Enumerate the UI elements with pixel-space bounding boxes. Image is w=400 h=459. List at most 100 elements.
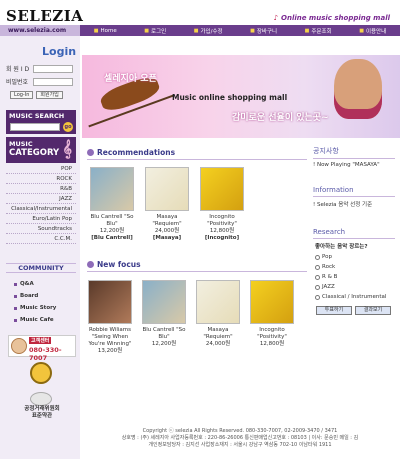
album-price: 12,200원 [151,341,177,347]
album-title[interactable]: Blu Cantrell "So Blu" [90,214,133,227]
radio-button[interactable] [315,254,320,260]
category-item-soundtracks[interactable]: Soundtracks [6,224,76,234]
community-item-board[interactable]: Board [14,293,38,299]
community-item-qna[interactable]: Q&A [14,281,34,287]
music-search-input[interactable] [10,123,60,131]
hero-banner[interactable]: 셀레지아 오픈 Music online shopping mall 감미로운 … [82,55,400,138]
album-artist-tag[interactable]: [Masaya] [145,235,189,242]
login-buttons: Log-In 회원가입 [10,91,63,99]
bullet-icon [14,282,17,286]
cart-icon: ■ [250,27,255,34]
category-item-jazz[interactable]: JAZZ [6,194,76,204]
notice-item[interactable]: ! Now Playing "MASAYA" [313,159,395,168]
radio-button[interactable] [315,274,320,280]
category-item-rnb[interactable]: R&B [6,184,76,194]
site-url: www.selezia.com [0,25,80,36]
login-icon: ■ [144,27,150,34]
site-tagline: ♪ Online music shopping mall [274,14,390,22]
poll-option-classical[interactable]: Classical / Instrumental [315,294,386,300]
certification-seal-icon[interactable] [30,362,52,384]
nav-item-orders[interactable]: ■ 주문조회 [305,27,332,35]
poll-option-jazz[interactable]: JAZZ [315,284,335,290]
login-id-row: 회 원 I D [6,64,73,73]
information-panel: Information ! Selezia 음악 선정 기준 [313,186,395,208]
album-price: 12,200원 [99,228,125,234]
album-price: 12,800원 [259,341,285,347]
category-item-classical[interactable]: Classical/Instrumental [6,204,76,214]
banner-text-bottom: 감미로운 선율이 있는곳~ [232,113,329,123]
research-panel: Research [313,228,395,239]
call-center-banner[interactable]: 고객센터 080-330-7007 [8,335,76,362]
site-logo[interactable]: SELEZIA [6,7,83,25]
album-cover[interactable] [250,280,294,324]
album-card[interactable]: Blu Cantrell "So Blu" 12,200원 [Blu Cantr… [90,167,134,242]
album-cover[interactable] [196,280,240,324]
footer-company-info: 상호명 : (주) 세레지아 사업자등록번호 : 220-86-26006 통신… [121,435,359,441]
category-item-euro-latin[interactable]: Euro/Latin Pop [6,214,76,224]
nav-item-join[interactable]: ■ 가입/수정 [194,27,223,35]
nav-item-cart[interactable]: ■ 장바구니 [250,27,277,35]
nav-item-login[interactable]: ■ 로그인 [144,27,166,35]
category-item-ccm[interactable]: C.C.M. [6,234,76,244]
album-artist-tag[interactable]: [Blu Cantrell] [90,235,134,242]
music-search-go-button[interactable]: go [63,122,73,132]
nav-item-guide[interactable]: ■ 이용안내 [359,27,386,35]
section-bullet-icon [87,261,94,268]
section-divider [87,159,307,160]
banner-text-top: 셀레지아 오픈 [104,74,157,84]
ftc-label: 공정거래위원회 표준약관 [24,406,60,419]
album-cover[interactable] [200,167,244,211]
ftc-logo-icon[interactable] [30,392,52,406]
album-card[interactable]: Blu Cantrell "So Blu" 12,200원 [142,280,186,348]
album-cover[interactable] [142,280,186,324]
model-photo [334,59,382,119]
album-title[interactable]: Incognito "Positivity" [257,327,287,340]
section-bullet-icon [87,149,94,156]
album-card[interactable]: Masaya "Requiem" 24,000원 [Masaya] [145,167,189,242]
album-title[interactable]: Masaya "Requiem" [152,214,181,227]
poll-option-rnb[interactable]: R & B [315,274,337,280]
music-search-panel: MUSIC SEARCH go [6,110,76,134]
treble-clef-icon: 𝄞 [62,139,72,158]
login-button[interactable]: Log-In [10,91,34,99]
album-title[interactable]: Robbie Wiliams "Swing When You're Winnin… [88,327,131,347]
info-icon: ■ [359,27,364,34]
radio-button[interactable] [315,264,320,270]
poll-option-rock[interactable]: Rock [315,264,335,270]
new-focus-header: New focus [87,260,141,269]
vote-button[interactable]: 투표하기 [316,306,352,315]
album-title[interactable]: Blu Cantrell "So Blu" [142,327,185,340]
music-note-icon: ♪ [273,14,279,22]
album-card[interactable]: Masaya "Requiem" 24,000원 [196,280,240,348]
album-artist-tag[interactable]: [Incognito] [200,235,244,242]
music-search-title: MUSIC SEARCH [9,112,65,120]
order-icon: ■ [304,27,310,34]
information-item[interactable]: ! Selezia 음악 선정 기준 [313,197,395,208]
album-title[interactable]: Incognito "Positivity" [207,214,237,227]
category-item-rock[interactable]: ROCK [6,174,76,184]
join-button[interactable]: 회원가입 [36,91,63,99]
category-item-pop[interactable]: POP [6,164,76,174]
album-cover[interactable] [88,280,132,324]
community-item-music-story[interactable]: Music Story [14,305,56,311]
album-card[interactable]: Robbie Wiliams "Swing When You're Winnin… [88,280,132,355]
community-item-music-cafe[interactable]: Music Cafe [14,317,54,323]
login-pw-input[interactable] [33,77,73,86]
tagline-text: Online music shopping mall [281,14,390,22]
album-card[interactable]: Incognito "Positivity" 12,800원 [Incognit… [200,167,244,242]
bullet-icon [14,294,17,298]
album-cover[interactable] [90,167,134,211]
result-button[interactable]: 결과보기 [355,306,391,315]
poll-option-pop[interactable]: Pop [315,254,332,260]
album-card[interactable]: Incognito "Positivity" 12,800원 [250,280,294,348]
radio-button[interactable] [315,284,320,290]
album-title[interactable]: Masaya "Requiem" [203,327,232,340]
login-id-input[interactable] [33,64,73,73]
album-cover[interactable] [145,167,189,211]
bullet-icon [14,318,17,322]
radio-button[interactable] [315,294,320,300]
nav-item-home[interactable]: ■ Home [94,27,117,35]
album-price: 24,000원 [154,228,180,234]
user-icon: ■ [193,27,199,34]
new-focus-title: New focus [97,260,141,269]
